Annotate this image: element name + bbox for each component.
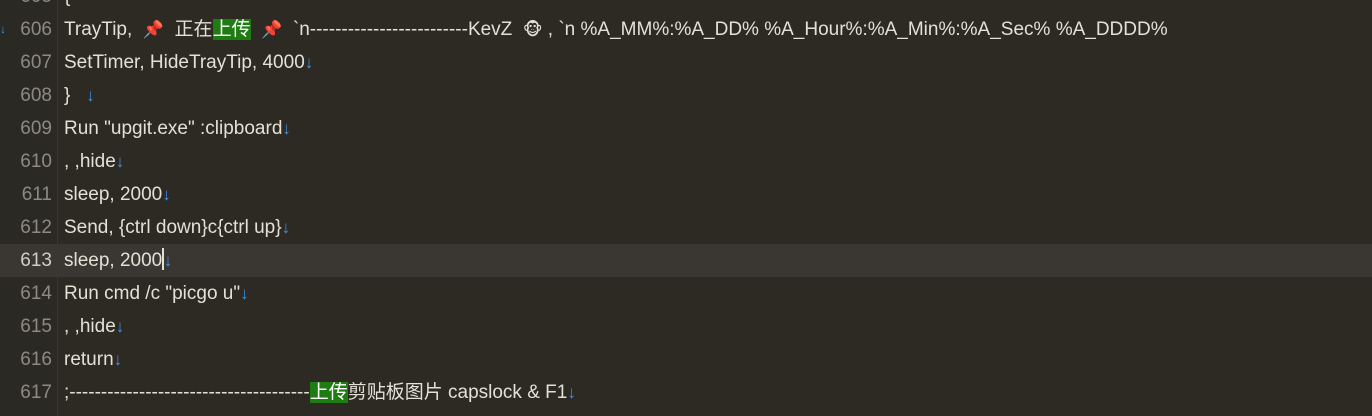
code-line-607[interactable]: 607 SetTimer, HideTrayTip, 4000↓ [0,46,1372,79]
code-text[interactable]: { [64,0,70,13]
code-line-615[interactable]: 615 , ,hide↓ [0,310,1372,343]
code-line-609[interactable]: 609 Run "upgit.exe" :clipboard↓ [0,112,1372,145]
line-number: 606 [20,19,52,40]
line-number: 607 [20,52,52,73]
code-text[interactable]: return↓ [64,343,122,376]
code-text[interactable]: Send, {ctrl down}c{ctrl up}↓ [64,211,290,244]
line-end-marker-icon: ↓ [86,86,95,105]
line-end-marker-icon: ↓ [304,53,314,72]
line-number: 614 [20,283,52,304]
line-end-marker-icon: ↓ [282,119,291,138]
line-number: 613 [20,250,52,271]
code-line-610[interactable]: 610 , ,hide↓ [0,145,1372,178]
code-text[interactable]: TrayTip, 📌 正在上传 📌 `n--------------------… [64,13,1168,46]
line-end-marker-icon: ↓ [567,383,576,402]
line-number: 615 [20,316,52,337]
line-end-marker-icon: ↓ [162,185,171,204]
code-line-608[interactable]: 608 } ↓ [0,79,1372,112]
line-end-marker-icon: ↓ [281,218,291,237]
code-line-611[interactable]: 611 sleep, 2000↓ [0,178,1372,211]
code-text[interactable]: Run cmd /c "picgo u"↓ [64,277,249,310]
code-text[interactable]: , ,hide↓ [64,145,124,178]
code-line-614[interactable]: 614 Run cmd /c "picgo u"↓ [0,277,1372,310]
line-number: 610 [20,151,52,172]
line-end-marker-icon: ↓ [115,317,125,336]
monkey-icon: 🐵 [522,20,543,39]
code-text[interactable]: } ↓ [64,79,95,112]
line-number: 612 [20,217,52,238]
line-end-marker-icon: ↓ [240,284,249,303]
line-number: 611 [21,184,52,205]
code-line-605[interactable]: 605 { [0,0,1372,13]
line-end-marker-icon: ↓ [115,152,125,171]
code-text[interactable]: SetTimer, HideTrayTip, 4000↓ [64,46,313,79]
code-line-606[interactable]: ↓ 606 TrayTip, 📌 正在上传 📌 `n--------------… [0,13,1372,46]
code-line-616[interactable]: 616 return↓ [0,343,1372,376]
search-highlight: 上传 [212,19,251,40]
line-number: 616 [20,349,52,370]
code-text[interactable]: ;--------------------------------------上… [64,376,576,409]
code-line-613-current[interactable]: 613 sleep, 2000↓ [0,244,1372,277]
line-end-marker-icon: ↓ [163,251,173,270]
code-text[interactable]: Run "upgit.exe" :clipboard↓ [64,112,291,145]
line-number: 609 [20,118,52,139]
search-highlight: 上传 [309,382,348,403]
line-number: 608 [20,85,52,106]
code-text[interactable]: , ,hide↓ [64,310,124,343]
pin-icon: 📌 [261,20,283,39]
line-end-marker-icon: ↓ [113,350,123,369]
pin-icon: 📌 [142,20,164,39]
line-number: 605 [0,0,52,13]
code-text[interactable]: sleep, 2000↓ [64,244,172,277]
line-number: 617 [20,382,52,403]
code-text[interactable]: sleep, 2000↓ [64,178,171,211]
code-line-617[interactable]: 617 ;-----------------------------------… [0,376,1372,409]
code-line-612[interactable]: 612 Send, {ctrl down}c{ctrl up}↓ [0,211,1372,244]
code-editor[interactable]: 605 { ↓ 606 TrayTip, 📌 正在上传 📌 `n--------… [0,0,1372,416]
